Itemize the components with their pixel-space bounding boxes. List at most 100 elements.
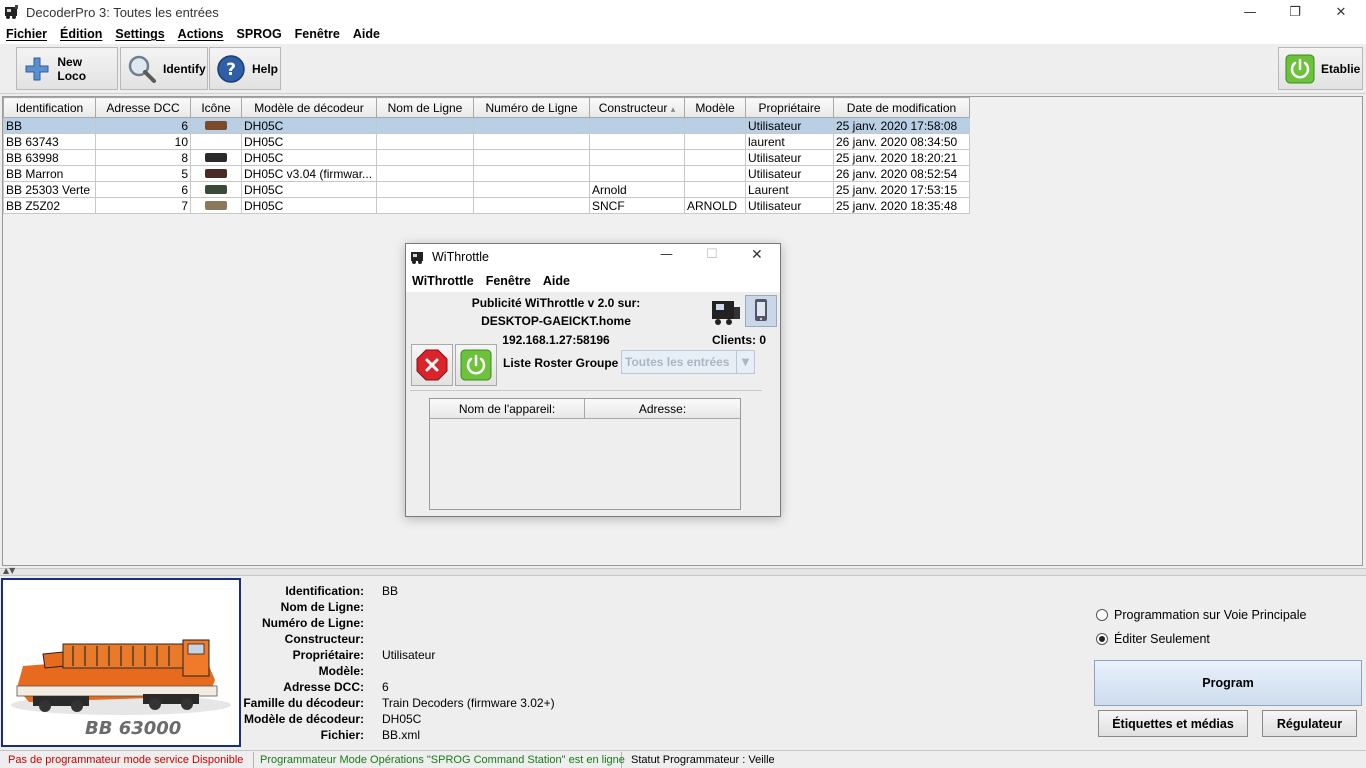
cell-owner[interactable]: Utilisateur xyxy=(745,149,834,166)
table-row[interactable]: BB Z5Z02 7 DH05C SNCF ARNOLD Utilisateur 25 ja… xyxy=(3,197,970,214)
cell-decoder[interactable]: DH05C v3.04 (firmwar... xyxy=(241,165,377,182)
cell-icon[interactable] xyxy=(190,149,242,166)
cell-dcc[interactable]: 8 xyxy=(95,149,191,166)
radio-edit-only[interactable]: Éditer Seulement xyxy=(1096,632,1210,646)
splitter-arrows-icon[interactable]: ▲▼ xyxy=(3,566,15,575)
col-identification[interactable]: Identification xyxy=(3,97,96,118)
col-numero-ligne[interactable]: Numéro de Ligne xyxy=(473,97,590,118)
cell-icon[interactable] xyxy=(190,165,242,182)
cell-dcc[interactable]: 5 xyxy=(95,165,191,182)
cell-manufacturer[interactable]: SNCF xyxy=(589,197,685,214)
cell-road_number[interactable] xyxy=(473,117,590,134)
cell-date[interactable]: 25 janv. 2020 18:20:21 xyxy=(833,149,970,166)
col-proprietaire[interactable]: Propriétaire xyxy=(745,97,834,118)
program-button[interactable]: Program xyxy=(1094,660,1362,706)
cell-owner[interactable]: Utilisateur xyxy=(745,197,834,214)
cell-road_name[interactable] xyxy=(376,197,474,214)
cell-id[interactable]: BB xyxy=(3,117,96,134)
menu-fenetre[interactable]: Fenêtre xyxy=(295,27,340,41)
menu-actions[interactable]: Actions xyxy=(178,27,224,41)
radio-edit-only-circle[interactable] xyxy=(1096,633,1108,645)
close-button[interactable]: ✕ xyxy=(1318,0,1364,24)
cell-road_name[interactable] xyxy=(376,117,474,134)
cell-road_number[interactable] xyxy=(473,165,590,182)
table-row[interactable]: BB Marron 5 DH05C v3.04 (firmwar... Utilisa… xyxy=(3,165,970,182)
table-row[interactable]: BB 6 DH05C Utilisateur 25 janv. 2020 17:58:0… xyxy=(3,117,970,134)
cell-model[interactable]: ARNOLD xyxy=(684,197,746,214)
cell-decoder[interactable]: DH05C xyxy=(241,133,377,150)
cell-icon[interactable] xyxy=(190,181,242,198)
cell-model[interactable] xyxy=(684,165,746,182)
cell-road_number[interactable] xyxy=(473,149,590,166)
withrottle-close-button[interactable]: ✕ xyxy=(751,247,763,263)
cell-road_name[interactable] xyxy=(376,181,474,198)
cell-date[interactable]: 25 janv. 2020 17:53:15 xyxy=(833,181,970,198)
cell-date[interactable]: 26 janv. 2020 08:34:50 xyxy=(833,133,970,150)
throttle-button[interactable]: Régulateur xyxy=(1262,710,1357,737)
table-row[interactable]: BB 63998 8 DH05C Utilisateur 25 janv. 2020 1… xyxy=(3,149,970,166)
table-row[interactable]: BB 63743 10 DH05C laurent 26 janv. 2020 08:3… xyxy=(3,133,970,150)
cell-manufacturer[interactable]: Arnold xyxy=(589,181,685,198)
cell-road_name[interactable] xyxy=(376,165,474,182)
menu-fichier[interactable]: Fichier xyxy=(6,27,47,41)
cell-icon[interactable] xyxy=(190,117,242,134)
start-server-button[interactable] xyxy=(455,344,497,386)
cell-road_number[interactable] xyxy=(473,197,590,214)
withrottle-menu-withrottle[interactable]: WiThrottle xyxy=(412,274,474,288)
help-button[interactable]: ? Help xyxy=(209,47,281,90)
pane-splitter[interactable]: ▲▼ xyxy=(0,566,1366,576)
labels-media-button[interactable]: Étiquettes et médias xyxy=(1098,710,1248,737)
power-status-button[interactable]: Etablie xyxy=(1278,47,1363,90)
cell-road_number[interactable] xyxy=(473,181,590,198)
cell-manufacturer[interactable] xyxy=(589,165,685,182)
cell-icon[interactable] xyxy=(190,133,242,150)
cell-decoder[interactable]: DH05C xyxy=(241,117,377,134)
cell-dcc[interactable]: 6 xyxy=(95,117,191,134)
cell-dcc[interactable]: 7 xyxy=(95,197,191,214)
new-loco-button[interactable]: New Loco xyxy=(16,47,118,90)
cell-decoder[interactable]: DH05C xyxy=(241,197,377,214)
cell-decoder[interactable]: DH05C xyxy=(241,181,377,198)
cell-id[interactable]: BB 25303 Verte xyxy=(3,181,96,198)
radio-main-track-circle[interactable] xyxy=(1096,609,1108,621)
cell-icon[interactable] xyxy=(190,197,242,214)
cell-road_number[interactable] xyxy=(473,133,590,150)
cell-model[interactable] xyxy=(684,117,746,134)
table-row[interactable]: BB 25303 Verte 6 DH05C Arnold Laurent 25 janv… xyxy=(3,181,970,198)
cell-decoder[interactable]: DH05C xyxy=(241,149,377,166)
withrottle-menu-aide[interactable]: Aide xyxy=(543,274,570,288)
cell-id[interactable]: BB 63998 xyxy=(3,149,96,166)
cell-manufacturer[interactable] xyxy=(589,133,685,150)
cell-id[interactable]: BB Z5Z02 xyxy=(3,197,96,214)
menu-edition[interactable]: Édition xyxy=(60,27,102,41)
chevron-down-icon[interactable]: ▼ xyxy=(736,351,754,373)
cell-id[interactable]: BB Marron xyxy=(3,165,96,182)
col-icone[interactable]: Icône xyxy=(190,97,242,118)
cell-road_name[interactable] xyxy=(376,133,474,150)
col-modele-decodeur[interactable]: Modèle de décodeur xyxy=(241,97,377,118)
col-adresse-dcc[interactable]: Adresse DCC xyxy=(95,97,191,118)
cell-owner[interactable]: Laurent xyxy=(745,181,834,198)
col-device-address[interactable]: Adresse: xyxy=(585,399,740,419)
cell-dcc[interactable]: 10 xyxy=(95,133,191,150)
cell-id[interactable]: BB 63743 xyxy=(3,133,96,150)
roster-group-select[interactable]: Toutes les entrées ▼ xyxy=(621,350,755,374)
stop-server-button[interactable] xyxy=(411,344,453,386)
radio-main-track[interactable]: Programmation sur Voie Principale xyxy=(1096,608,1306,622)
cell-model[interactable] xyxy=(684,149,746,166)
withrottle-minimize-button[interactable]: — xyxy=(660,247,673,262)
col-nom-ligne[interactable]: Nom de Ligne xyxy=(376,97,474,118)
cell-model[interactable] xyxy=(684,133,746,150)
col-modele[interactable]: Modèle xyxy=(684,97,746,118)
menu-sprog[interactable]: SPROG xyxy=(237,27,282,41)
minimize-button[interactable]: — xyxy=(1227,0,1273,24)
cell-manufacturer[interactable] xyxy=(589,149,685,166)
cell-date[interactable]: 26 janv. 2020 08:52:54 xyxy=(833,165,970,182)
restore-button[interactable]: ❐ xyxy=(1272,0,1318,24)
col-date-modification[interactable]: Date de modification xyxy=(833,97,970,118)
cell-road_name[interactable] xyxy=(376,149,474,166)
cell-manufacturer[interactable] xyxy=(589,117,685,134)
identify-button[interactable]: Identify xyxy=(120,47,208,90)
col-constructeur[interactable]: Constructeur ▴ xyxy=(589,97,685,118)
cell-model[interactable] xyxy=(684,181,746,198)
